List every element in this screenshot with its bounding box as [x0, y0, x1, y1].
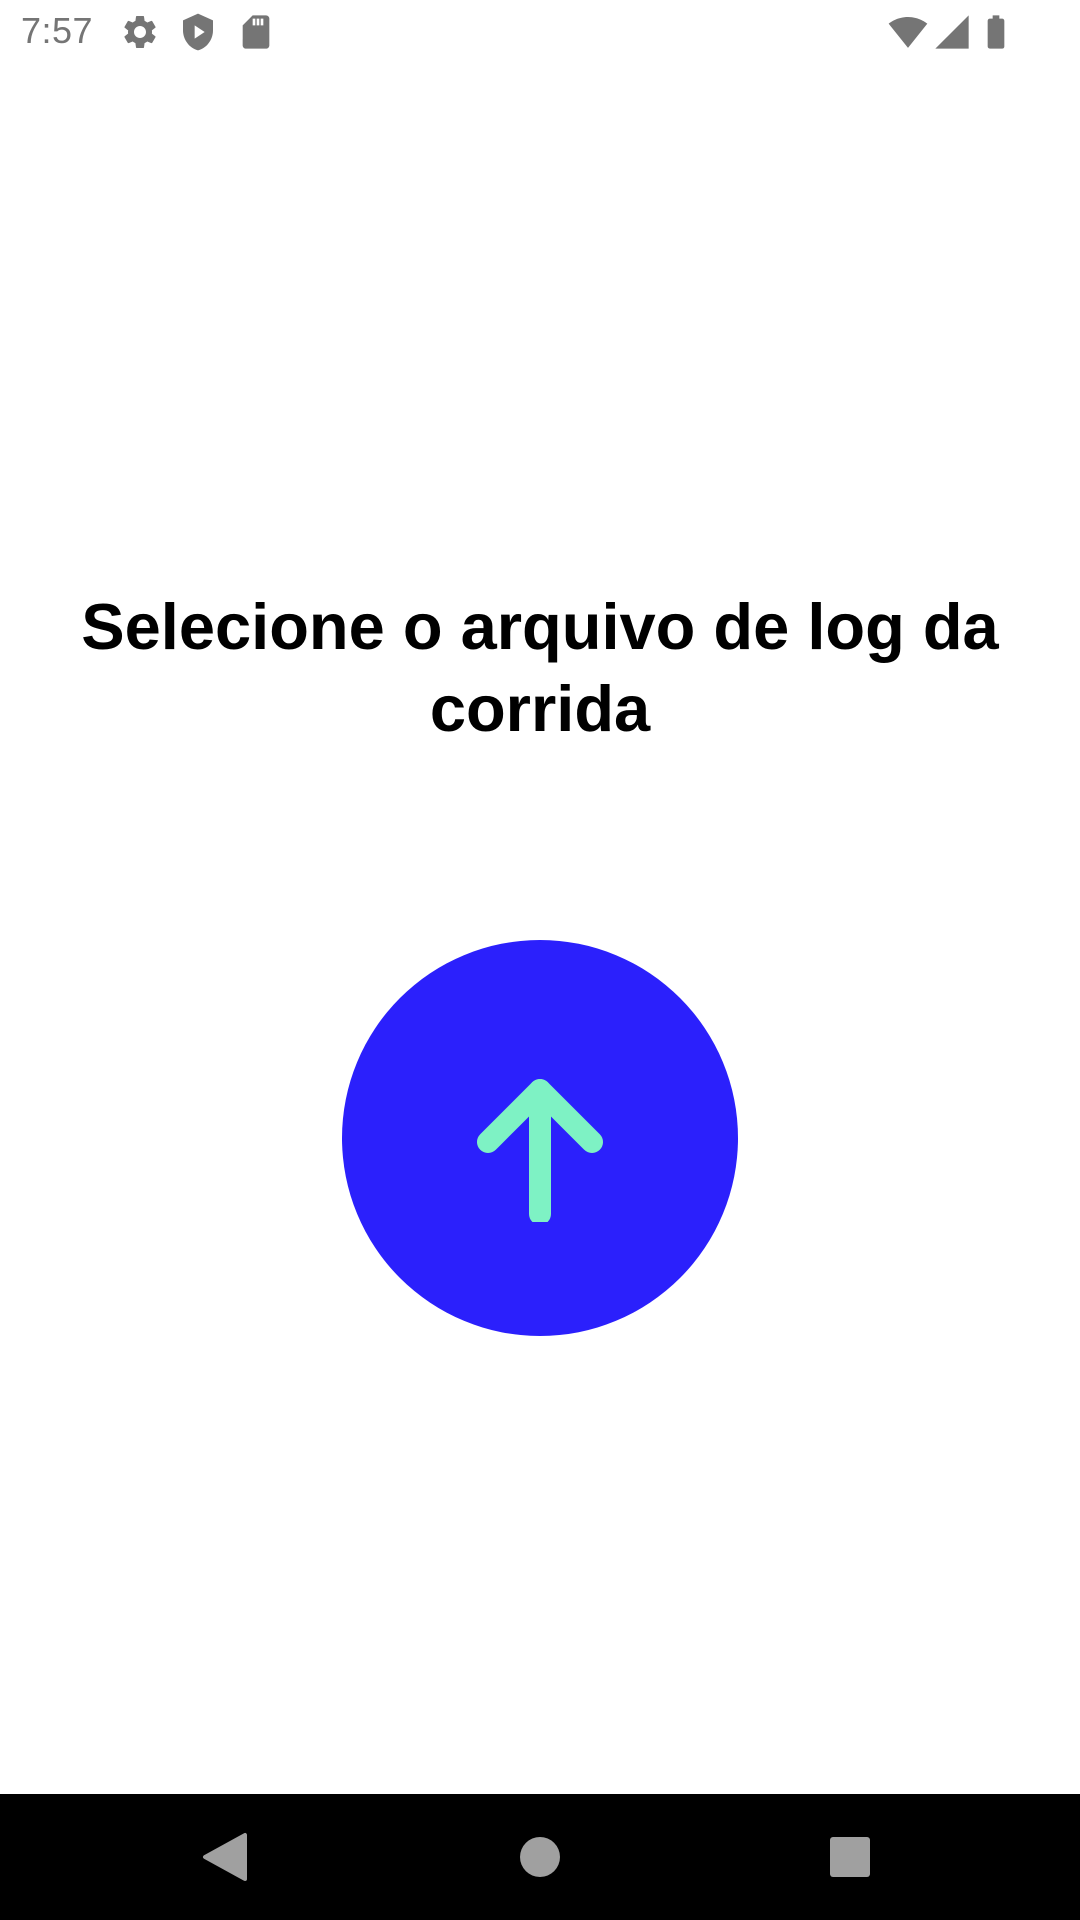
- screen: 7:57 Selecione o arquivo de log da corri…: [0, 0, 1080, 1920]
- recents-icon[interactable]: [820, 1827, 880, 1887]
- home-icon[interactable]: [510, 1827, 570, 1887]
- back-icon[interactable]: [195, 1827, 255, 1887]
- wifi-icon: [888, 12, 928, 52]
- page-title: Selecione o arquivo de log da corrida: [81, 590, 999, 745]
- battery-icon: [976, 12, 1016, 52]
- settings-icon: [120, 12, 160, 52]
- status-bar: 7:57: [0, 0, 1080, 63]
- arrow-up-icon: [474, 1072, 606, 1222]
- navigation-bar: [0, 1794, 1080, 1920]
- status-time: 7:57: [21, 10, 94, 51]
- signal-icon: [932, 12, 972, 52]
- upload-file-button[interactable]: [342, 940, 738, 1336]
- play-protect-icon: [178, 12, 218, 52]
- sd-card-icon: [236, 12, 276, 52]
